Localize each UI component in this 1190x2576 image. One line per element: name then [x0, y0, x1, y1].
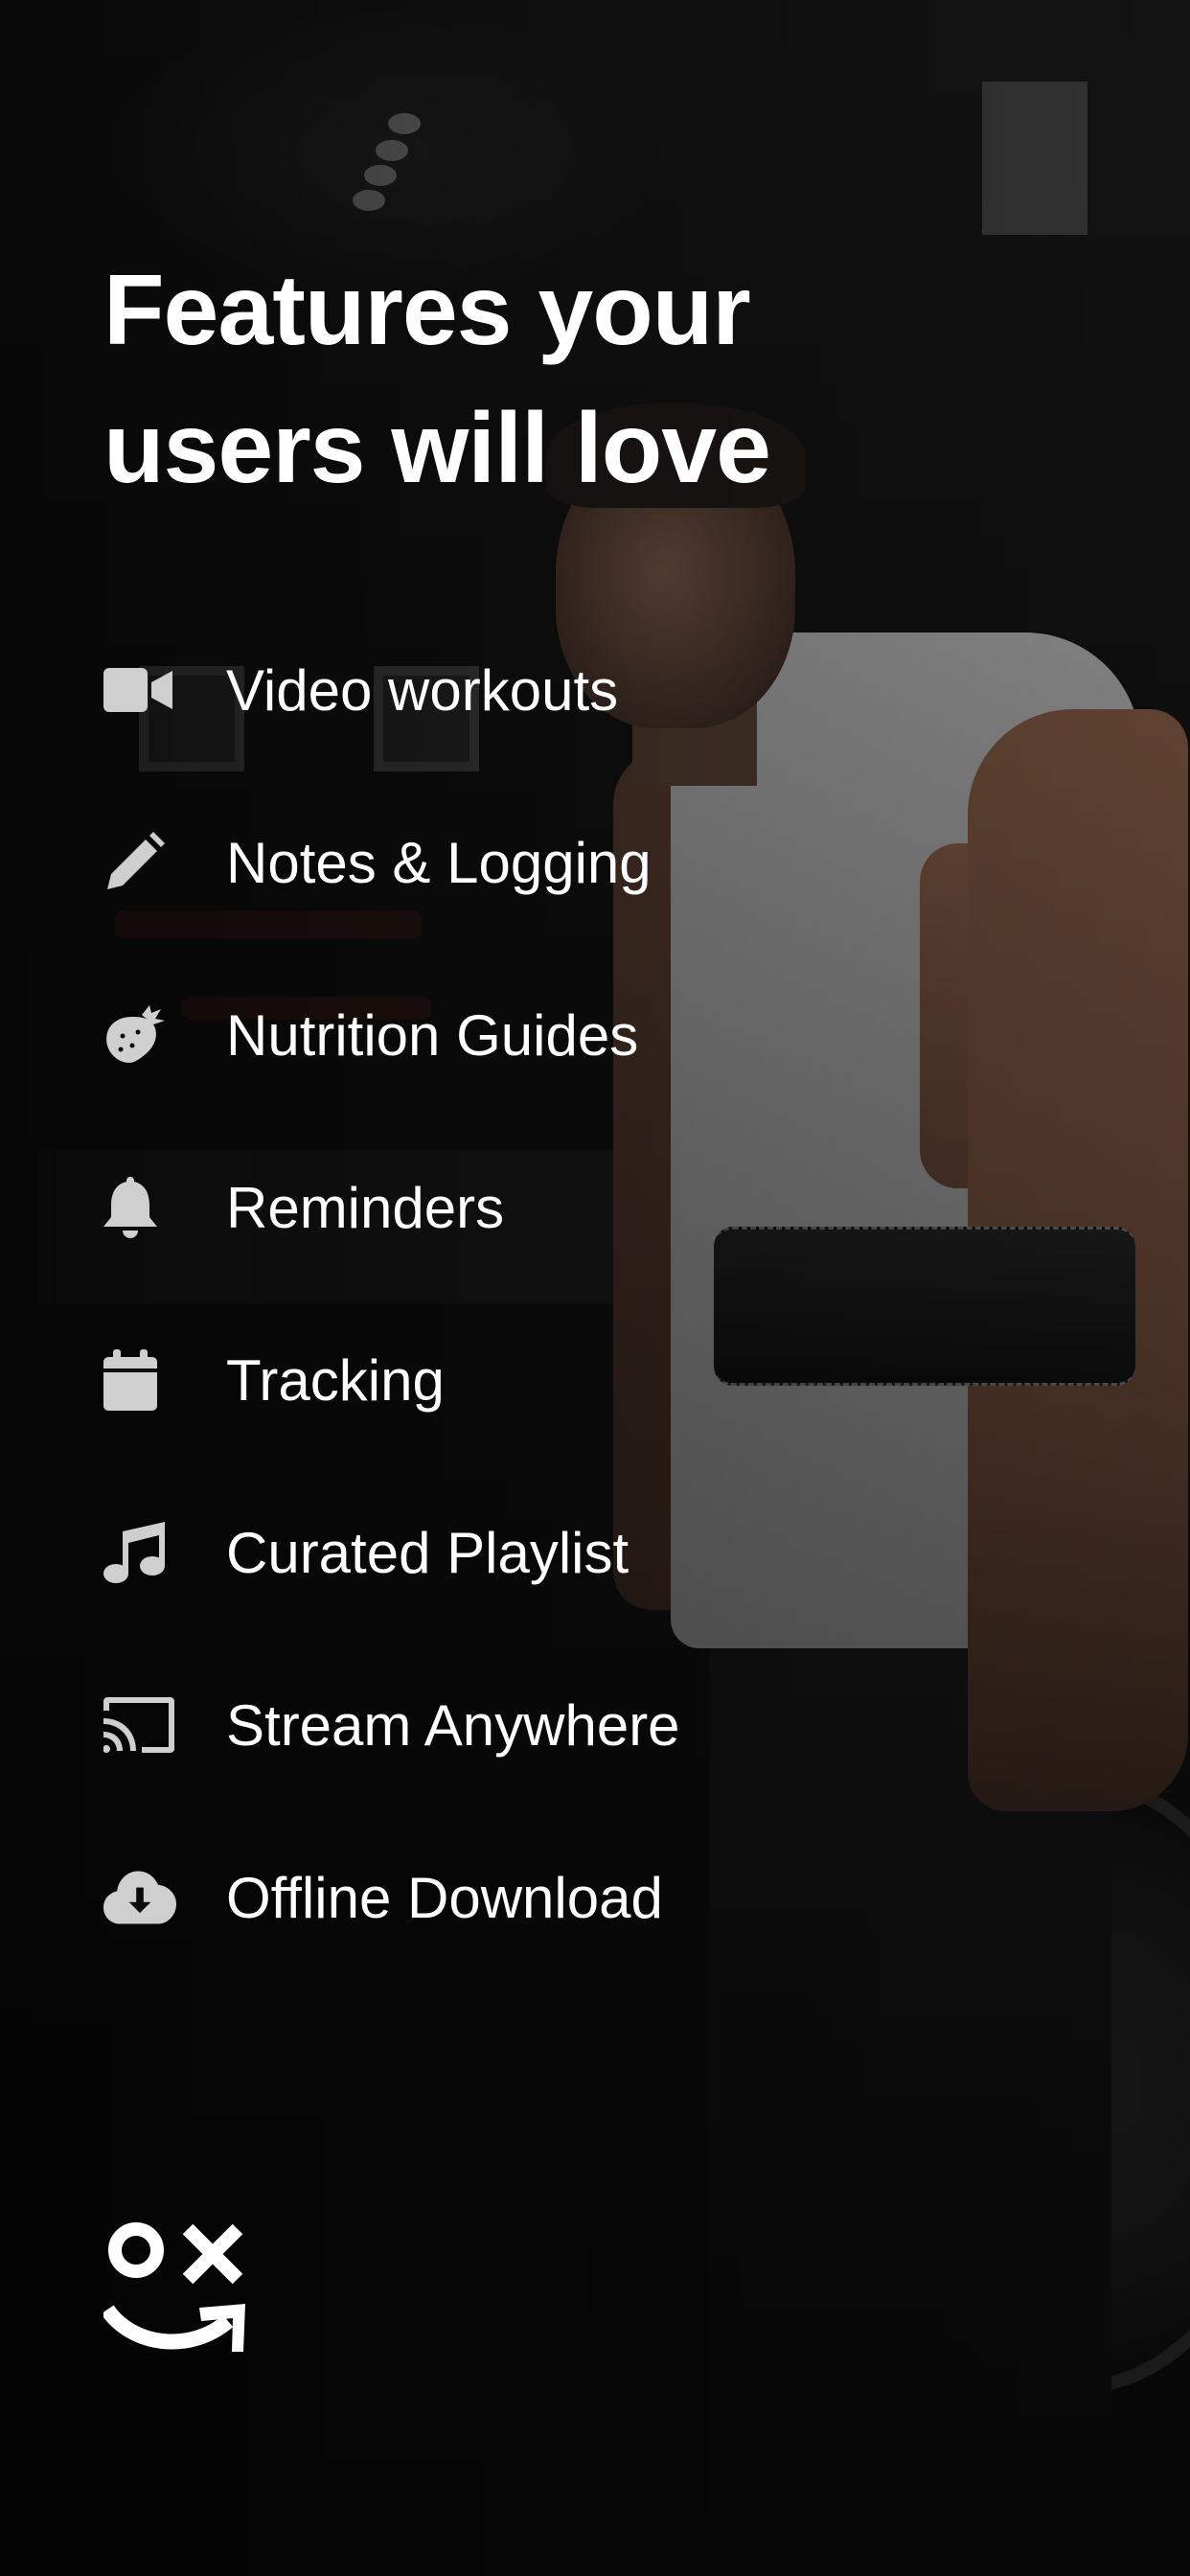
cast-icon: [103, 1689, 176, 1761]
feature-label: Tracking: [226, 1347, 445, 1413]
video-camera-icon: [103, 654, 176, 726]
feature-label: Stream Anywhere: [226, 1692, 680, 1758]
music-note-icon: [103, 1516, 176, 1589]
feature-screen: Features your users will love Video work…: [0, 0, 1190, 2576]
feature-label: Offline Download: [226, 1865, 663, 1930]
feature-item-nutrition-guides: Nutrition Guides: [103, 949, 966, 1121]
feature-label: Reminders: [226, 1175, 505, 1240]
feature-item-curated-playlist: Curated Playlist: [103, 1466, 966, 1639]
feature-item-tracking: Tracking: [103, 1294, 966, 1466]
feature-label: Notes & Logging: [226, 830, 652, 895]
feature-label: Nutrition Guides: [226, 1002, 639, 1068]
feature-label: Curated Playlist: [226, 1520, 629, 1585]
cloud-download-icon: [103, 1861, 176, 1934]
calendar-icon: [103, 1344, 176, 1416]
page-title: Features your users will love: [103, 242, 966, 518]
feature-item-notes-logging: Notes & Logging: [103, 776, 966, 949]
feature-item-stream-anywhere: Stream Anywhere: [103, 1639, 966, 1811]
page-title-line-1: Features your: [103, 255, 751, 366]
pencil-icon: [103, 826, 176, 899]
brand-logo: [103, 2221, 249, 2359]
feature-item-video-workouts: Video workouts: [103, 604, 966, 776]
bell-icon: [103, 1171, 176, 1244]
feature-item-reminders: Reminders: [103, 1121, 966, 1294]
feature-list: Video workouts Notes & Logging Nutrition…: [103, 604, 966, 1984]
page-title-line-2: users will love: [103, 393, 771, 504]
feature-item-offline-download: Offline Download: [103, 1811, 966, 1984]
feature-label: Video workouts: [226, 657, 619, 723]
strawberry-icon: [103, 999, 176, 1071]
